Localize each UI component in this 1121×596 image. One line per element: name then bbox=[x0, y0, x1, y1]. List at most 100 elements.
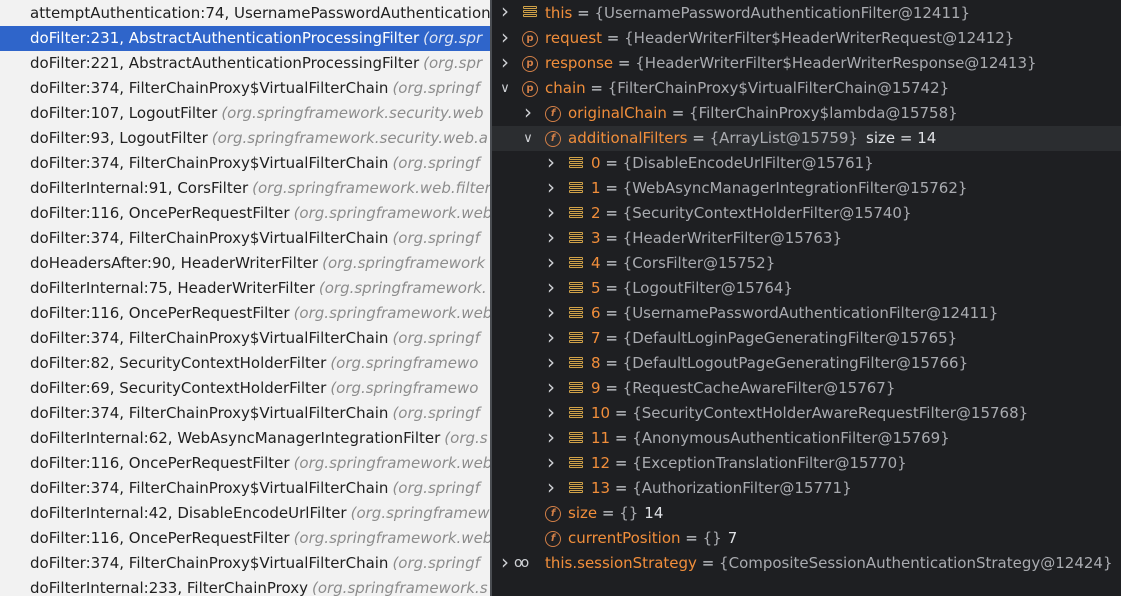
expand-chevron-icon[interactable]: › bbox=[498, 51, 512, 74]
variable-row[interactable]: › 13 = {AuthorizationFilter@15771} bbox=[492, 476, 1121, 501]
expand-chevron-icon[interactable]: › bbox=[544, 326, 558, 349]
equals-sign: = bbox=[610, 479, 633, 497]
field-stack-icon bbox=[568, 256, 584, 272]
expand-chevron-icon[interactable]: › bbox=[544, 476, 558, 499]
field-icon: f bbox=[545, 531, 561, 547]
frame-row[interactable]: doFilter:221, AbstractAuthenticationProc… bbox=[0, 51, 490, 76]
expand-chevron-icon[interactable]: › bbox=[544, 401, 558, 424]
frame-row[interactable]: doFilter:374, FilterChainProxy$VirtualFi… bbox=[0, 476, 490, 501]
frame-row[interactable]: doFilter:116, OncePerRequestFilter (org.s… bbox=[0, 301, 490, 326]
frame-row[interactable]: doFilterInternal:91, CorsFilter (org.spri… bbox=[0, 176, 490, 201]
frame-row[interactable]: doHeadersAfter:90, HeaderWriterFilter (or… bbox=[0, 251, 490, 276]
frame-row[interactable]: doFilter:116, OncePerRequestFilter (org.s… bbox=[0, 451, 490, 476]
variable-row[interactable]: › 11 = {AnonymousAuthenticationFilter@157… bbox=[492, 426, 1121, 451]
variable-row[interactable]: › oo this.sessionStrategy = {CompositeSess… bbox=[492, 551, 1121, 576]
variable-row[interactable]: › p request = {HeaderWriterFilter$HeaderWr… bbox=[492, 26, 1121, 51]
variable-row[interactable]: › 9 = {RequestCacheAwareFilter@15767} bbox=[492, 376, 1121, 401]
variable-row[interactable]: › 4 = {CorsFilter@15752} bbox=[492, 251, 1121, 276]
variable-row[interactable]: ∨ f additionalFilters = {ArrayList@15759} s… bbox=[492, 126, 1121, 151]
frame-row[interactable]: doFilterInternal:42, DisableEncodeUrlFil… bbox=[0, 501, 490, 526]
frame-row[interactable]: doFilterInternal:75, HeaderWriterFilter(… bbox=[0, 276, 490, 301]
frame-location: doFilter:374, FilterChainProxy$VirtualFi… bbox=[30, 79, 389, 97]
equals-sign: = bbox=[600, 354, 623, 372]
frame-row[interactable]: doFilter:374, FilterChainProxy$VirtualFi… bbox=[0, 401, 490, 426]
variable-row[interactable]: f currentPosition = {} 7 bbox=[492, 526, 1121, 551]
frame-location: doFilter:107, LogoutFilter bbox=[30, 104, 218, 122]
frame-row[interactable]: doFilter:107, LogoutFilter (org.springfra… bbox=[0, 101, 490, 126]
equals-sign: = bbox=[600, 379, 623, 397]
variable-name: 11 bbox=[591, 429, 611, 447]
frame-row[interactable]: doFilter:374, FilterChainProxy$VirtualFi… bbox=[0, 226, 490, 251]
variable-row[interactable]: › 8 = {DefaultLogoutPageGeneratingFilter@… bbox=[492, 351, 1121, 376]
frame-row[interactable]: doFilter:374, FilterChainProxy$VirtualFi… bbox=[0, 326, 490, 351]
variable-row[interactable]: ∨ p chain = {FilterChainProxy$VirtualFilte… bbox=[492, 76, 1121, 101]
variable-value: {DisableEncodeUrlFilter@15761} bbox=[622, 154, 874, 172]
variable-value: {AnonymousAuthenticationFilter@15769} bbox=[632, 429, 950, 447]
variable-row[interactable]: › 10 = {SecurityContextHolderAwareRequest… bbox=[492, 401, 1121, 426]
collapse-chevron-icon[interactable]: ∨ bbox=[521, 126, 535, 151]
frame-row[interactable]: doFilter:82, SecurityContextHolderFilter… bbox=[0, 351, 490, 376]
variable-row[interactable]: › 2 = {SecurityContextHolderFilter@15740} bbox=[492, 201, 1121, 226]
variable-row[interactable]: › f originalChain = {FilterChainProxy$lamb… bbox=[492, 101, 1121, 126]
expand-chevron-icon[interactable]: › bbox=[544, 151, 558, 174]
parameter-icon: p bbox=[522, 81, 538, 97]
equals-sign: = bbox=[585, 79, 608, 97]
expand-chevron-icon[interactable]: › bbox=[544, 226, 558, 249]
frame-row[interactable]: doFilter:116, OncePerRequestFilter (org.s… bbox=[0, 526, 490, 551]
expand-chevron-icon[interactable]: › bbox=[498, 26, 512, 49]
variable-row[interactable]: › 7 = {DefaultLoginPageGeneratingFilter@1… bbox=[492, 326, 1121, 351]
frame-row[interactable]: doFilterInternal:62, WebAsyncManagerInte… bbox=[0, 426, 490, 451]
field-icon: f bbox=[545, 131, 561, 147]
frame-row[interactable]: doFilter:116, OncePerRequestFilter (org.s… bbox=[0, 201, 490, 226]
equals-sign: = bbox=[600, 229, 623, 247]
variable-name: 12 bbox=[591, 454, 611, 472]
expand-chevron-icon[interactable]: › bbox=[498, 551, 512, 574]
variable-row[interactable]: › 3 = {HeaderWriterFilter@15763} bbox=[492, 226, 1121, 251]
variable-name: 1 bbox=[591, 179, 601, 197]
variable-row[interactable]: › 12 = {ExceptionTranslationFilter@15770} bbox=[492, 451, 1121, 476]
frame-row[interactable]: doFilter:374, FilterChainProxy$VirtualFi… bbox=[0, 76, 490, 101]
frame-row[interactable]: doFilterInternal:233, FilterChainProxy (o… bbox=[0, 576, 490, 596]
expand-chevron-icon[interactable]: › bbox=[544, 176, 558, 199]
field-icon: f bbox=[545, 506, 561, 522]
frame-package: (org.springframework.s bbox=[311, 579, 488, 596]
frame-location: doFilterInternal:233, FilterChainProxy bbox=[30, 579, 308, 596]
frame-package: (org.spr bbox=[423, 29, 483, 47]
variable-row[interactable]: › 5 = {LogoutFilter@15764} bbox=[492, 276, 1121, 301]
frame-package: (org.s bbox=[444, 429, 488, 447]
variable-name: this.sessionStrategy bbox=[545, 554, 697, 572]
expand-chevron-icon[interactable]: › bbox=[498, 0, 512, 23]
expand-chevron-icon[interactable]: › bbox=[544, 351, 558, 374]
variable-row[interactable]: › 6 = {UsernamePasswordAuthenticationFilt… bbox=[492, 301, 1121, 326]
expand-chevron-icon[interactable]: › bbox=[544, 451, 558, 474]
expand-chevron-icon[interactable]: › bbox=[544, 276, 558, 299]
frame-package: (org.springframewo bbox=[330, 379, 479, 397]
frame-row[interactable]: doFilter:93, LogoutFilter (org.springfram… bbox=[0, 126, 490, 151]
frame-package: (org.springframework.security.web bbox=[221, 104, 484, 122]
variable-row[interactable]: › 1 = {WebAsyncManagerIntegrationFilter@1… bbox=[492, 176, 1121, 201]
frame-row[interactable]: doFilter:374, FilterChainProxy$VirtualFi… bbox=[0, 151, 490, 176]
frame-row[interactable]: doFilter:231, AbstractAuthenticationProc… bbox=[0, 26, 490, 51]
frame-package: (org.springf bbox=[392, 404, 480, 422]
frame-row[interactable]: attemptAuthentication:74, UsernamePasswo… bbox=[0, 0, 490, 26]
frame-location: attemptAuthentication:74, UsernamePasswo… bbox=[30, 4, 490, 22]
variable-row[interactable]: › p response = {HeaderWriterFilter$HeaderW… bbox=[492, 51, 1121, 76]
frame-row[interactable]: doFilter:374, FilterChainProxy$VirtualFi… bbox=[0, 551, 490, 576]
variable-row[interactable]: f size = {} 14 bbox=[492, 501, 1121, 526]
expand-chevron-icon[interactable]: › bbox=[544, 301, 558, 324]
collapse-chevron-icon[interactable]: ∨ bbox=[498, 76, 512, 101]
expand-chevron-icon[interactable]: › bbox=[521, 101, 535, 124]
field-stack-icon bbox=[522, 5, 538, 21]
expand-chevron-icon[interactable]: › bbox=[544, 426, 558, 449]
variable-name: 13 bbox=[591, 479, 611, 497]
frame-location: doHeadersAfter:90, HeaderWriterFilter bbox=[30, 254, 319, 272]
equals-sign: = bbox=[600, 254, 623, 272]
variable-row[interactable]: › this = {UsernamePasswordAuthenticationF… bbox=[492, 0, 1121, 26]
frame-row[interactable]: doFilter:69, SecurityContextHolderFilter… bbox=[0, 376, 490, 401]
expand-chevron-icon[interactable]: › bbox=[544, 251, 558, 274]
field-stack-icon bbox=[568, 481, 584, 497]
expand-chevron-icon[interactable]: › bbox=[544, 201, 558, 224]
frame-location: doFilter:231, AbstractAuthenticationProc… bbox=[30, 29, 420, 47]
variable-row[interactable]: › 0 = {DisableEncodeUrlFilter@15761} bbox=[492, 151, 1121, 176]
expand-chevron-icon[interactable]: › bbox=[544, 376, 558, 399]
